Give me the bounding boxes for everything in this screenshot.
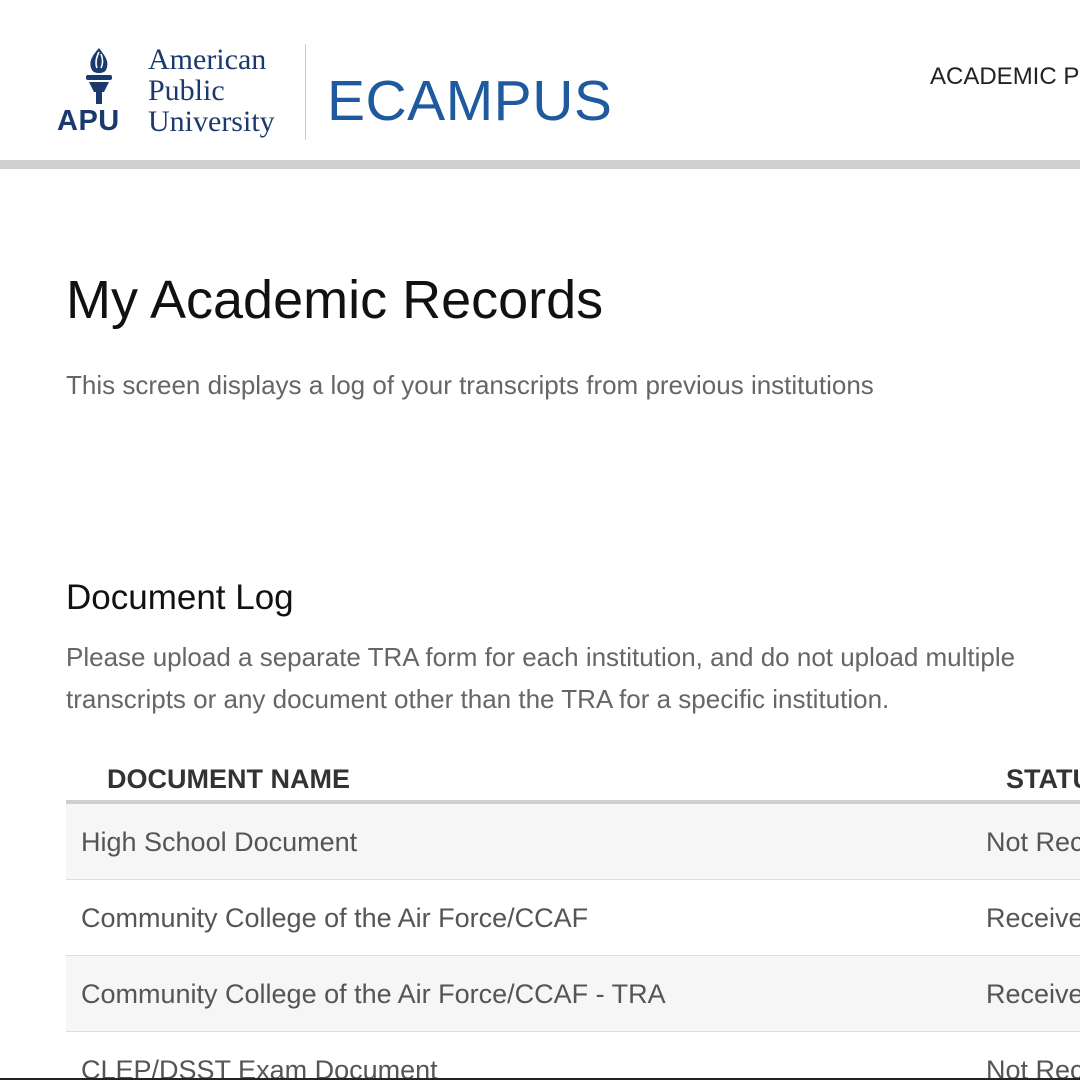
- page-subtitle: This screen displays a log of your trans…: [66, 370, 874, 400]
- table-row[interactable]: Community College of the Air Force/CCAF …: [66, 880, 1080, 956]
- document-log-title: Document Log: [66, 578, 294, 617]
- site-header: APU American Public University ECAMPUS A…: [0, 0, 1080, 160]
- document-log-table: DOCUMENT NAME STATU High School Document…: [66, 758, 1080, 1080]
- document-name-cell: High School Document: [81, 827, 358, 857]
- table-header: DOCUMENT NAME STATU: [66, 758, 1080, 804]
- logo-abbreviation: APU: [57, 105, 120, 137]
- logo-text-line2: Public: [148, 74, 225, 107]
- status-cell: Not Rec: [986, 1055, 1080, 1080]
- status-cell: Not Rec: [986, 827, 1080, 857]
- ecampus-brand[interactable]: ECAMPUS: [327, 68, 612, 134]
- header-divider: [0, 160, 1080, 169]
- column-header-status[interactable]: STATU: [1006, 762, 1080, 796]
- document-log-description: Please upload a separate TRA form for ea…: [66, 636, 1080, 720]
- document-log-description-line2: transcripts or any document other than t…: [66, 684, 890, 714]
- table-row[interactable]: Community College of the Air Force/CCAF …: [66, 956, 1080, 1032]
- logo-text-line1: American: [148, 43, 267, 76]
- logo-text-line3: University: [148, 105, 275, 138]
- document-name-cell: Community College of the Air Force/CCAF …: [81, 979, 666, 1009]
- status-cell: Receive: [986, 903, 1080, 933]
- status-cell: Receive: [986, 979, 1080, 1009]
- document-name-cell: CLEP/DSST Exam Document: [81, 1055, 438, 1080]
- logo-divider: [305, 44, 306, 140]
- apu-logo-link[interactable]: APU American Public University: [56, 44, 296, 144]
- page: APU American Public University ECAMPUS A…: [0, 0, 1080, 1080]
- table-row[interactable]: CLEP/DSST Exam Document Not Rec: [66, 1032, 1080, 1080]
- document-name-cell: Community College of the Air Force/CCAF: [81, 903, 589, 933]
- page-title: My Academic Records: [66, 270, 604, 330]
- table-row[interactable]: High School Document Not Rec: [66, 804, 1080, 880]
- document-log-description-line1: Please upload a separate TRA form for ea…: [66, 642, 1016, 672]
- torch-icon: [86, 48, 112, 104]
- nav-academic-programs[interactable]: ACADEMIC P: [930, 62, 1079, 92]
- column-header-document-name[interactable]: DOCUMENT NAME: [107, 762, 350, 796]
